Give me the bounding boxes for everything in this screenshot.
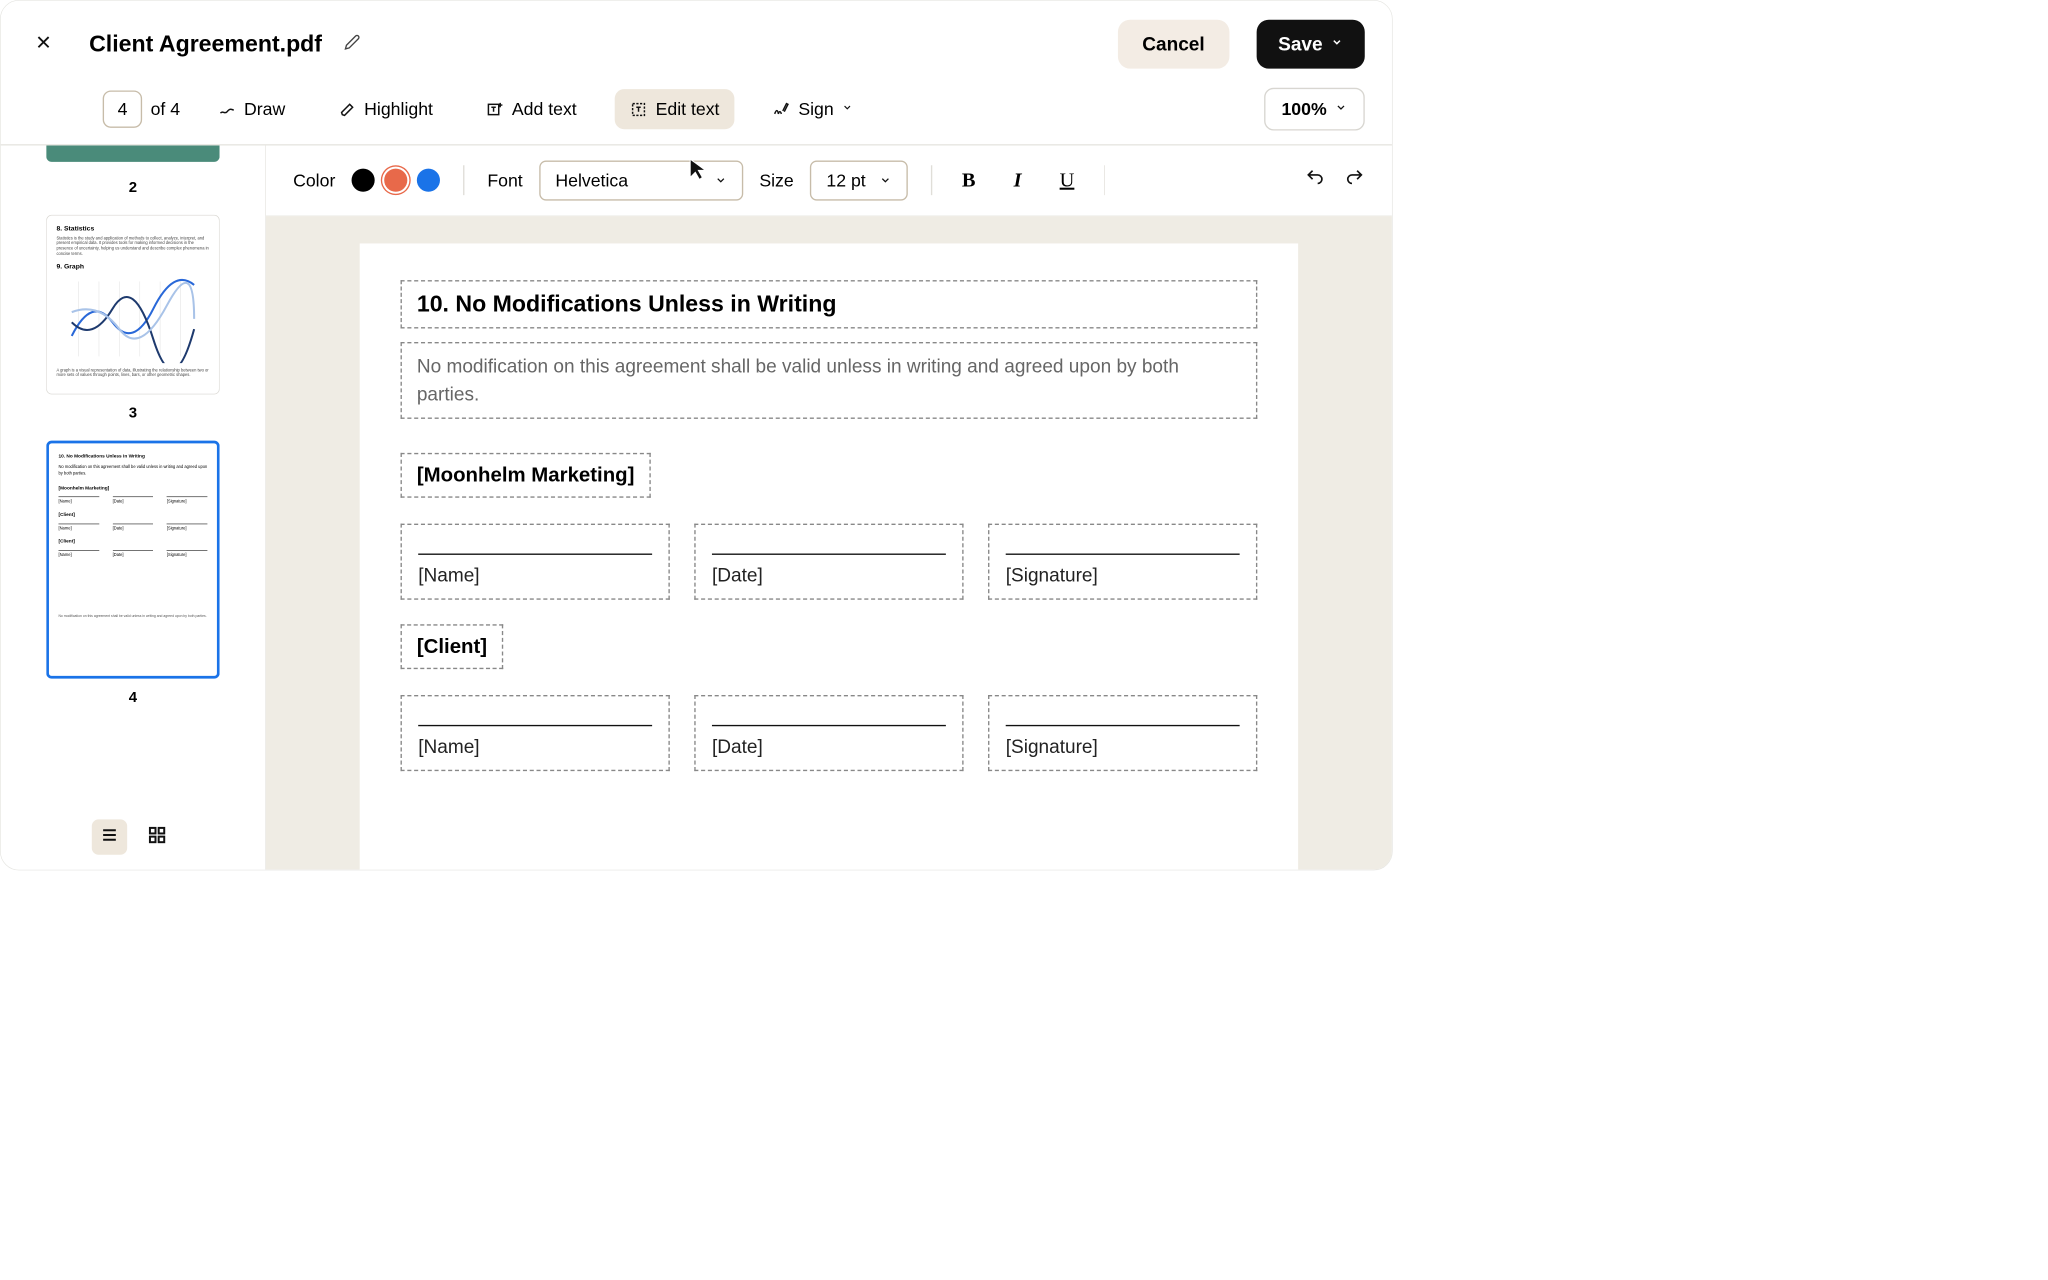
page-indicator: 4 of 4 xyxy=(103,90,180,127)
page-total: of 4 xyxy=(151,99,180,120)
thumb-num-3: 3 xyxy=(129,404,137,422)
document-title: Client Agreement.pdf xyxy=(89,31,322,58)
chevron-down-icon xyxy=(1331,36,1343,52)
toolbar: 4 of 4 Draw Highlight Add text Edit te xyxy=(1,88,1392,144)
heading-block[interactable]: 10. No Modifications Unless in Writing xyxy=(401,280,1258,328)
save-button[interactable]: Save xyxy=(1256,20,1364,69)
redo-button[interactable] xyxy=(1344,167,1364,193)
current-page-input[interactable]: 4 xyxy=(103,90,143,127)
size-dropdown[interactable]: 12 pt xyxy=(810,160,908,200)
document-page: 10. No Modifications Unless in Writing N… xyxy=(360,243,1298,869)
grid-view-button[interactable] xyxy=(139,819,174,854)
draw-button[interactable]: Draw xyxy=(203,89,300,129)
add-text-icon xyxy=(486,100,504,118)
size-label: Size xyxy=(759,170,793,191)
chevron-down-icon xyxy=(1335,101,1347,117)
save-label: Save xyxy=(1278,33,1322,55)
cancel-button[interactable]: Cancel xyxy=(1118,20,1229,69)
color-swatch-black[interactable] xyxy=(352,169,375,192)
signature-field[interactable]: [Signature] xyxy=(988,695,1257,771)
name-field[interactable]: [Name] xyxy=(401,695,670,771)
grid-icon xyxy=(147,825,166,849)
format-bar: Color Font Helvetica Size 12 pt xyxy=(266,145,1392,215)
canvas[interactable]: 10. No Modifications Unless in Writing N… xyxy=(266,216,1392,869)
header: Client Agreement.pdf Cancel Save xyxy=(1,1,1392,88)
list-view-button[interactable] xyxy=(91,819,126,854)
body-block[interactable]: No modification on this agreement shall … xyxy=(401,342,1258,419)
add-text-button[interactable]: Add text xyxy=(471,89,592,129)
font-label: Font xyxy=(487,170,522,191)
date-field[interactable]: [Date] xyxy=(694,524,963,600)
thumbnail-page-2[interactable] xyxy=(46,145,219,161)
thumb-num-4: 4 xyxy=(129,688,137,706)
party2-block[interactable]: [Client] xyxy=(401,624,504,669)
view-toggle xyxy=(91,804,174,869)
sign-icon xyxy=(773,100,791,118)
italic-button[interactable]: I xyxy=(1007,165,1029,196)
color-label: Color xyxy=(293,170,335,191)
party1-block[interactable]: [Moonhelm Marketing] xyxy=(401,453,651,498)
chevron-down-icon xyxy=(879,170,891,191)
font-dropdown[interactable]: Helvetica xyxy=(539,160,743,200)
color-swatch-blue[interactable] xyxy=(417,169,440,192)
thumbnail-page-3[interactable]: 8. Statistics Statistics is the study an… xyxy=(46,215,219,395)
highlight-icon xyxy=(338,100,356,118)
sign-button[interactable]: Sign xyxy=(758,89,868,129)
name-field[interactable]: [Name] xyxy=(401,524,670,600)
editor: Color Font Helvetica Size 12 pt xyxy=(266,145,1392,870)
underline-button[interactable]: U xyxy=(1053,165,1081,196)
close-icon[interactable] xyxy=(28,24,59,63)
signature-field[interactable]: [Signature] xyxy=(988,524,1257,600)
edit-text-button[interactable]: Edit text xyxy=(615,89,735,129)
edit-text-icon xyxy=(630,100,648,118)
draw-icon xyxy=(218,100,236,118)
chevron-down-icon xyxy=(714,170,726,191)
bold-button[interactable]: B xyxy=(955,165,982,196)
sidebar: 2 8. Statistics Statistics is the study … xyxy=(1,145,266,870)
zoom-dropdown[interactable]: 100% xyxy=(1264,88,1365,131)
thumb-num-2: 2 xyxy=(129,178,137,196)
color-swatch-orange[interactable] xyxy=(384,169,407,192)
undo-button[interactable] xyxy=(1305,167,1325,193)
chevron-down-icon xyxy=(842,101,853,117)
date-field[interactable]: [Date] xyxy=(694,695,963,771)
pencil-icon[interactable] xyxy=(344,34,360,55)
highlight-button[interactable]: Highlight xyxy=(323,89,448,129)
thumbnail-page-4[interactable]: 10. No Modifications Unless in Writing N… xyxy=(46,441,219,679)
list-icon xyxy=(100,825,119,849)
thumb-chart xyxy=(56,275,209,363)
